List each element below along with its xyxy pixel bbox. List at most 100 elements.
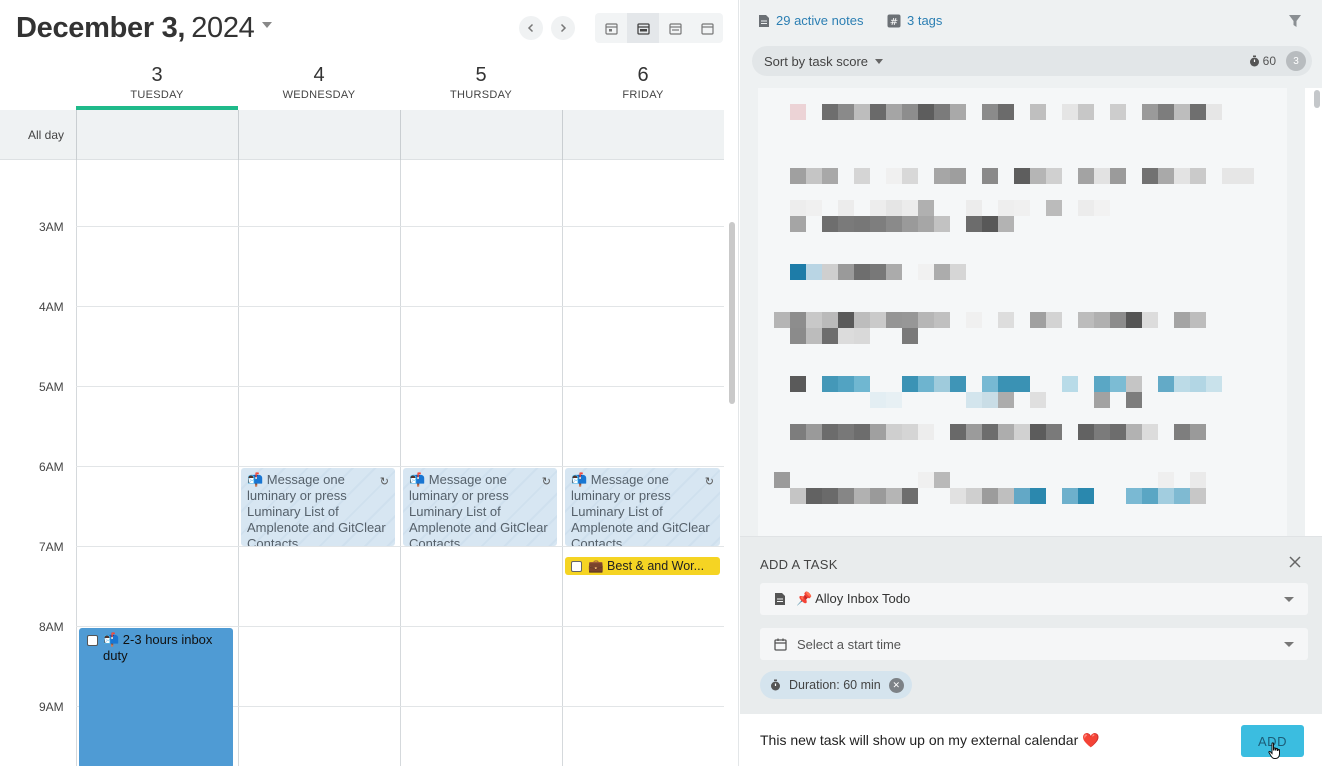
recurring-icon: ↻ (541, 476, 551, 488)
blurred-task (790, 488, 1206, 504)
view-switcher (595, 13, 723, 43)
tags-label: 3 tags (907, 13, 943, 28)
day-header-5[interactable]: 5 THURSDAY (400, 58, 562, 110)
day-of-week: THURSDAY (449, 89, 513, 101)
calendar-date-title[interactable]: December 3, 2024 (16, 12, 272, 45)
blurred-task (790, 168, 1254, 184)
calendar-pane: December 3, 2024 3 TUESDAY 4 WEDNESDAY 5… (0, 0, 739, 766)
divider (400, 110, 401, 160)
calendar-event[interactable]: ↻ 📬 Message one luminary or press Lumina… (403, 468, 557, 546)
prev-period-button[interactable] (519, 16, 543, 40)
recurring-icon: ↻ (379, 476, 389, 488)
event-title: 📬 2-3 hours inbox duty (103, 632, 213, 663)
hour-label: 5AM (39, 380, 64, 394)
calendar-task[interactable]: 📬 2-3 hours inbox duty (79, 628, 233, 766)
calendar-week-icon (636, 22, 650, 35)
start-time-placeholder: Select a start time (797, 636, 902, 652)
hour-label: 4AM (39, 300, 64, 314)
sort-label: Sort by task score (764, 54, 869, 69)
hour-line (76, 546, 724, 547)
blurred-task (790, 424, 1206, 440)
hour-label: 6AM (39, 460, 64, 474)
filter-icon[interactable] (1288, 14, 1302, 33)
view-day-button[interactable] (595, 13, 627, 43)
task-text: This new task will show up on my externa… (760, 732, 1100, 748)
calendar-event[interactable]: ↻ 📬 Message one luminary or press Lumina… (241, 468, 395, 546)
time-grid[interactable]: 3AM 4AM 5AM 6AM 7AM 8AM 9AM ↻ 📬 Message … (0, 160, 724, 766)
hour-line (76, 386, 724, 387)
calendar-event[interactable]: ↻ 📬 Message one luminary or press Lumina… (565, 468, 720, 546)
tasks-panel: 29 active notes # 3 tags Sort by task sc… (740, 0, 1322, 766)
notes-scrollbar[interactable] (1305, 88, 1322, 536)
hour-line (76, 626, 724, 627)
calendar-icon (668, 22, 682, 35)
chevron-down-icon (1284, 597, 1294, 602)
stopwatch-icon (771, 679, 780, 691)
divider (238, 160, 239, 766)
count-badge: 3 (1286, 51, 1306, 71)
event-title: 📬 Message one luminary or press Luminary… (571, 472, 710, 546)
event-title: 💼 Best & and Wor... (588, 559, 705, 573)
view-week-button[interactable] (659, 13, 691, 43)
divider (400, 160, 401, 766)
blurred-task (774, 312, 1206, 328)
remove-duration-icon[interactable]: ✕ (888, 677, 904, 693)
duration-chip[interactable]: Duration: 60 min ✕ (760, 671, 912, 699)
day-header-6[interactable]: 6 FRIDAY (562, 58, 724, 110)
event-title: 📬 Message one luminary or press Luminary… (409, 472, 548, 546)
task-checkbox[interactable] (87, 635, 98, 646)
sort-dropdown[interactable]: Sort by task score (764, 54, 884, 69)
divider (238, 110, 239, 160)
blurred-task (790, 264, 966, 280)
note-icon (759, 14, 769, 27)
next-period-button[interactable] (551, 16, 575, 40)
notes-scrollbar-thumb[interactable] (1314, 90, 1320, 108)
title-month-day: December 3, (16, 12, 186, 44)
day-headers: 3 TUESDAY 4 WEDNESDAY 5 THURSDAY 6 FRIDA… (76, 58, 724, 110)
blurred-task (790, 376, 1222, 392)
total-duration: 60 (1249, 54, 1276, 68)
day-number: 3 (151, 64, 163, 86)
hand-cursor-icon (1268, 742, 1282, 765)
all-day-label: All day (28, 128, 65, 142)
day-of-week: WEDNESDAY (282, 89, 356, 101)
svg-text:#: # (890, 17, 898, 28)
chevron-down-icon (1284, 642, 1294, 647)
blurred-task (790, 200, 1110, 216)
day-number: 5 (475, 64, 487, 86)
hour-line (76, 306, 724, 307)
add-task-form: ADD A TASK 📌 Alloy Inbox Todo Select a s… (740, 536, 1322, 714)
hour-label: 8AM (39, 620, 64, 634)
task-text-input[interactable]: This new task will show up on my externa… (740, 714, 1322, 766)
divider (76, 160, 77, 766)
chevron-right-icon (560, 23, 567, 33)
calendar-task[interactable]: 💼 Best & and Wor... (565, 557, 720, 575)
day-number: 6 (637, 64, 649, 86)
divider (562, 160, 563, 766)
start-time-select[interactable]: Select a start time (760, 628, 1308, 660)
day-header-3[interactable]: 3 TUESDAY (76, 58, 238, 110)
panel-toolbar: 29 active notes # 3 tags (740, 0, 1322, 44)
blurred-task (790, 328, 918, 344)
day-number: 4 (313, 64, 325, 86)
calendar-scrollbar-thumb[interactable] (729, 222, 735, 404)
active-notes-link[interactable]: 29 active notes (758, 13, 863, 28)
day-header-4[interactable]: 4 WEDNESDAY (238, 58, 400, 110)
hour-label: 9AM (39, 700, 64, 714)
calendar-header: December 3, 2024 (0, 0, 738, 58)
divider (562, 110, 563, 160)
task-checkbox[interactable] (571, 560, 582, 572)
tags-link[interactable]: # 3 tags (887, 13, 942, 28)
selected-note: 📌 Alloy Inbox Todo (796, 591, 911, 606)
note-select[interactable]: 📌 Alloy Inbox Todo (760, 583, 1308, 615)
blurred-task (870, 392, 1142, 408)
duration-value: 60 (1262, 54, 1276, 68)
blurred-task-list[interactable] (758, 88, 1287, 536)
all-day-row[interactable]: All day (0, 110, 724, 160)
title-year: 2024 (191, 12, 255, 44)
tag-icon: # (887, 14, 901, 28)
view-4day-button[interactable] (627, 13, 659, 43)
view-month-button[interactable] (691, 13, 723, 43)
close-icon[interactable] (1288, 555, 1302, 571)
duration-label: Duration: 60 min (789, 678, 881, 692)
